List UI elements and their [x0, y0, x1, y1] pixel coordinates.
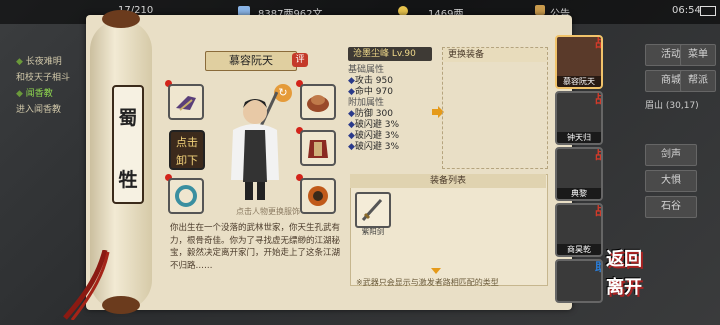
stat-defense: ◆防御 300	[348, 109, 393, 119]
equipment-item-name: 紫阳剑	[361, 227, 385, 236]
accessory-icon	[308, 186, 328, 206]
hero-name: 慕容阮天	[557, 76, 601, 87]
bracelet-slot[interactable]	[168, 178, 204, 214]
hat-icon	[307, 95, 329, 112]
unequip-line2: 卸下	[176, 154, 198, 167]
sect-char-2: 牲	[118, 169, 138, 191]
battery-icon	[700, 6, 716, 16]
menu-guild[interactable]: 帮派	[680, 70, 716, 92]
equipment-note: ※武器只会显示与激发者路相匹配的类型	[356, 278, 499, 287]
stats-panel: 沧墨尘峰 Lv.90 基础属性 ◆攻击 950 ◆命中 970 附加属性 ◆防御…	[348, 47, 432, 167]
assist-tag: 助	[595, 261, 601, 275]
menu-sword-sound[interactable]: 剑声	[645, 144, 697, 166]
stat-attack: ◆攻击 950	[348, 76, 393, 86]
accessory-slot[interactable]	[300, 178, 336, 214]
sword-icon	[361, 198, 383, 222]
location-label: 眉山 (30,17)	[645, 101, 699, 111]
shoes-icon	[176, 96, 196, 111]
battle-tag: 战	[595, 93, 601, 107]
hero-name: 典黎	[557, 188, 601, 199]
unequip-line1: 点击	[176, 136, 198, 149]
battle-tag: 战	[595, 205, 601, 219]
equipment-list-title: 装备列表	[350, 174, 546, 188]
announce-icon	[535, 5, 545, 15]
bonus-attr-header: 附加属性	[348, 98, 385, 108]
battle-tag: 战	[595, 37, 601, 51]
base-attr-header: 基础属性	[348, 65, 385, 75]
hero-card[interactable]: 商昊乾 战	[555, 203, 603, 257]
shoes-slot[interactable]	[168, 84, 204, 120]
hero-card[interactable]: 钟天归 战	[555, 91, 603, 145]
sect-char-1: 蜀	[118, 107, 138, 129]
battle-tag: 战	[595, 149, 601, 163]
rating-badge[interactable]: 评	[292, 53, 308, 67]
sect-plaque: 蜀 牲	[112, 85, 144, 204]
hat-slot[interactable]	[300, 84, 336, 120]
hero-card[interactable]: 助	[555, 259, 603, 303]
stat-dodge-3: ◆破闪避 3%	[348, 142, 400, 152]
equipment-item[interactable]	[355, 192, 391, 228]
menu-shigu[interactable]: 石谷	[645, 196, 697, 218]
change-equipment-title: 更换装备	[443, 48, 547, 62]
scroll-cap-top	[102, 10, 140, 28]
character-description: 你出生在一个没落的武林世家，你天生孔武有力，根骨奇佳。你为了寻找虚无缥缈的江湖秘…	[170, 223, 341, 271]
stat-hit: ◆命中 970	[348, 87, 393, 97]
hero-card[interactable]: 慕容阮天 战	[555, 35, 603, 89]
armor-slot[interactable]	[300, 130, 336, 166]
weapon-level-title: 沧墨尘峰 Lv.90	[348, 47, 432, 61]
clock: 06:54	[672, 5, 701, 16]
menu-dajiu[interactable]: 大惧	[645, 170, 697, 192]
character-portrait[interactable]	[215, 90, 295, 202]
hero-name: 商昊乾	[557, 244, 601, 255]
back-button[interactable]: 返回 离开	[606, 246, 646, 306]
change-equipment-panel: 更换装备	[442, 47, 548, 169]
hero-name: 钟天归	[557, 132, 601, 143]
back-line1: 返回	[606, 249, 642, 270]
armor-icon	[308, 140, 328, 158]
stat-dodge-2: ◆破闪避 3%	[348, 131, 400, 141]
unequip-button[interactable]: 点击 卸下	[169, 130, 205, 170]
bracelet-icon	[175, 185, 197, 207]
back-line2: 离开	[606, 277, 642, 298]
tassel-decoration	[63, 250, 110, 320]
menu-main[interactable]: 菜单	[680, 44, 716, 66]
scroll-down-icon[interactable]	[431, 268, 441, 274]
character-name: 慕容阮天	[205, 51, 297, 71]
hero-card[interactable]: 典黎 战	[555, 147, 603, 201]
stat-dodge-1: ◆破闪避 3%	[348, 120, 400, 130]
